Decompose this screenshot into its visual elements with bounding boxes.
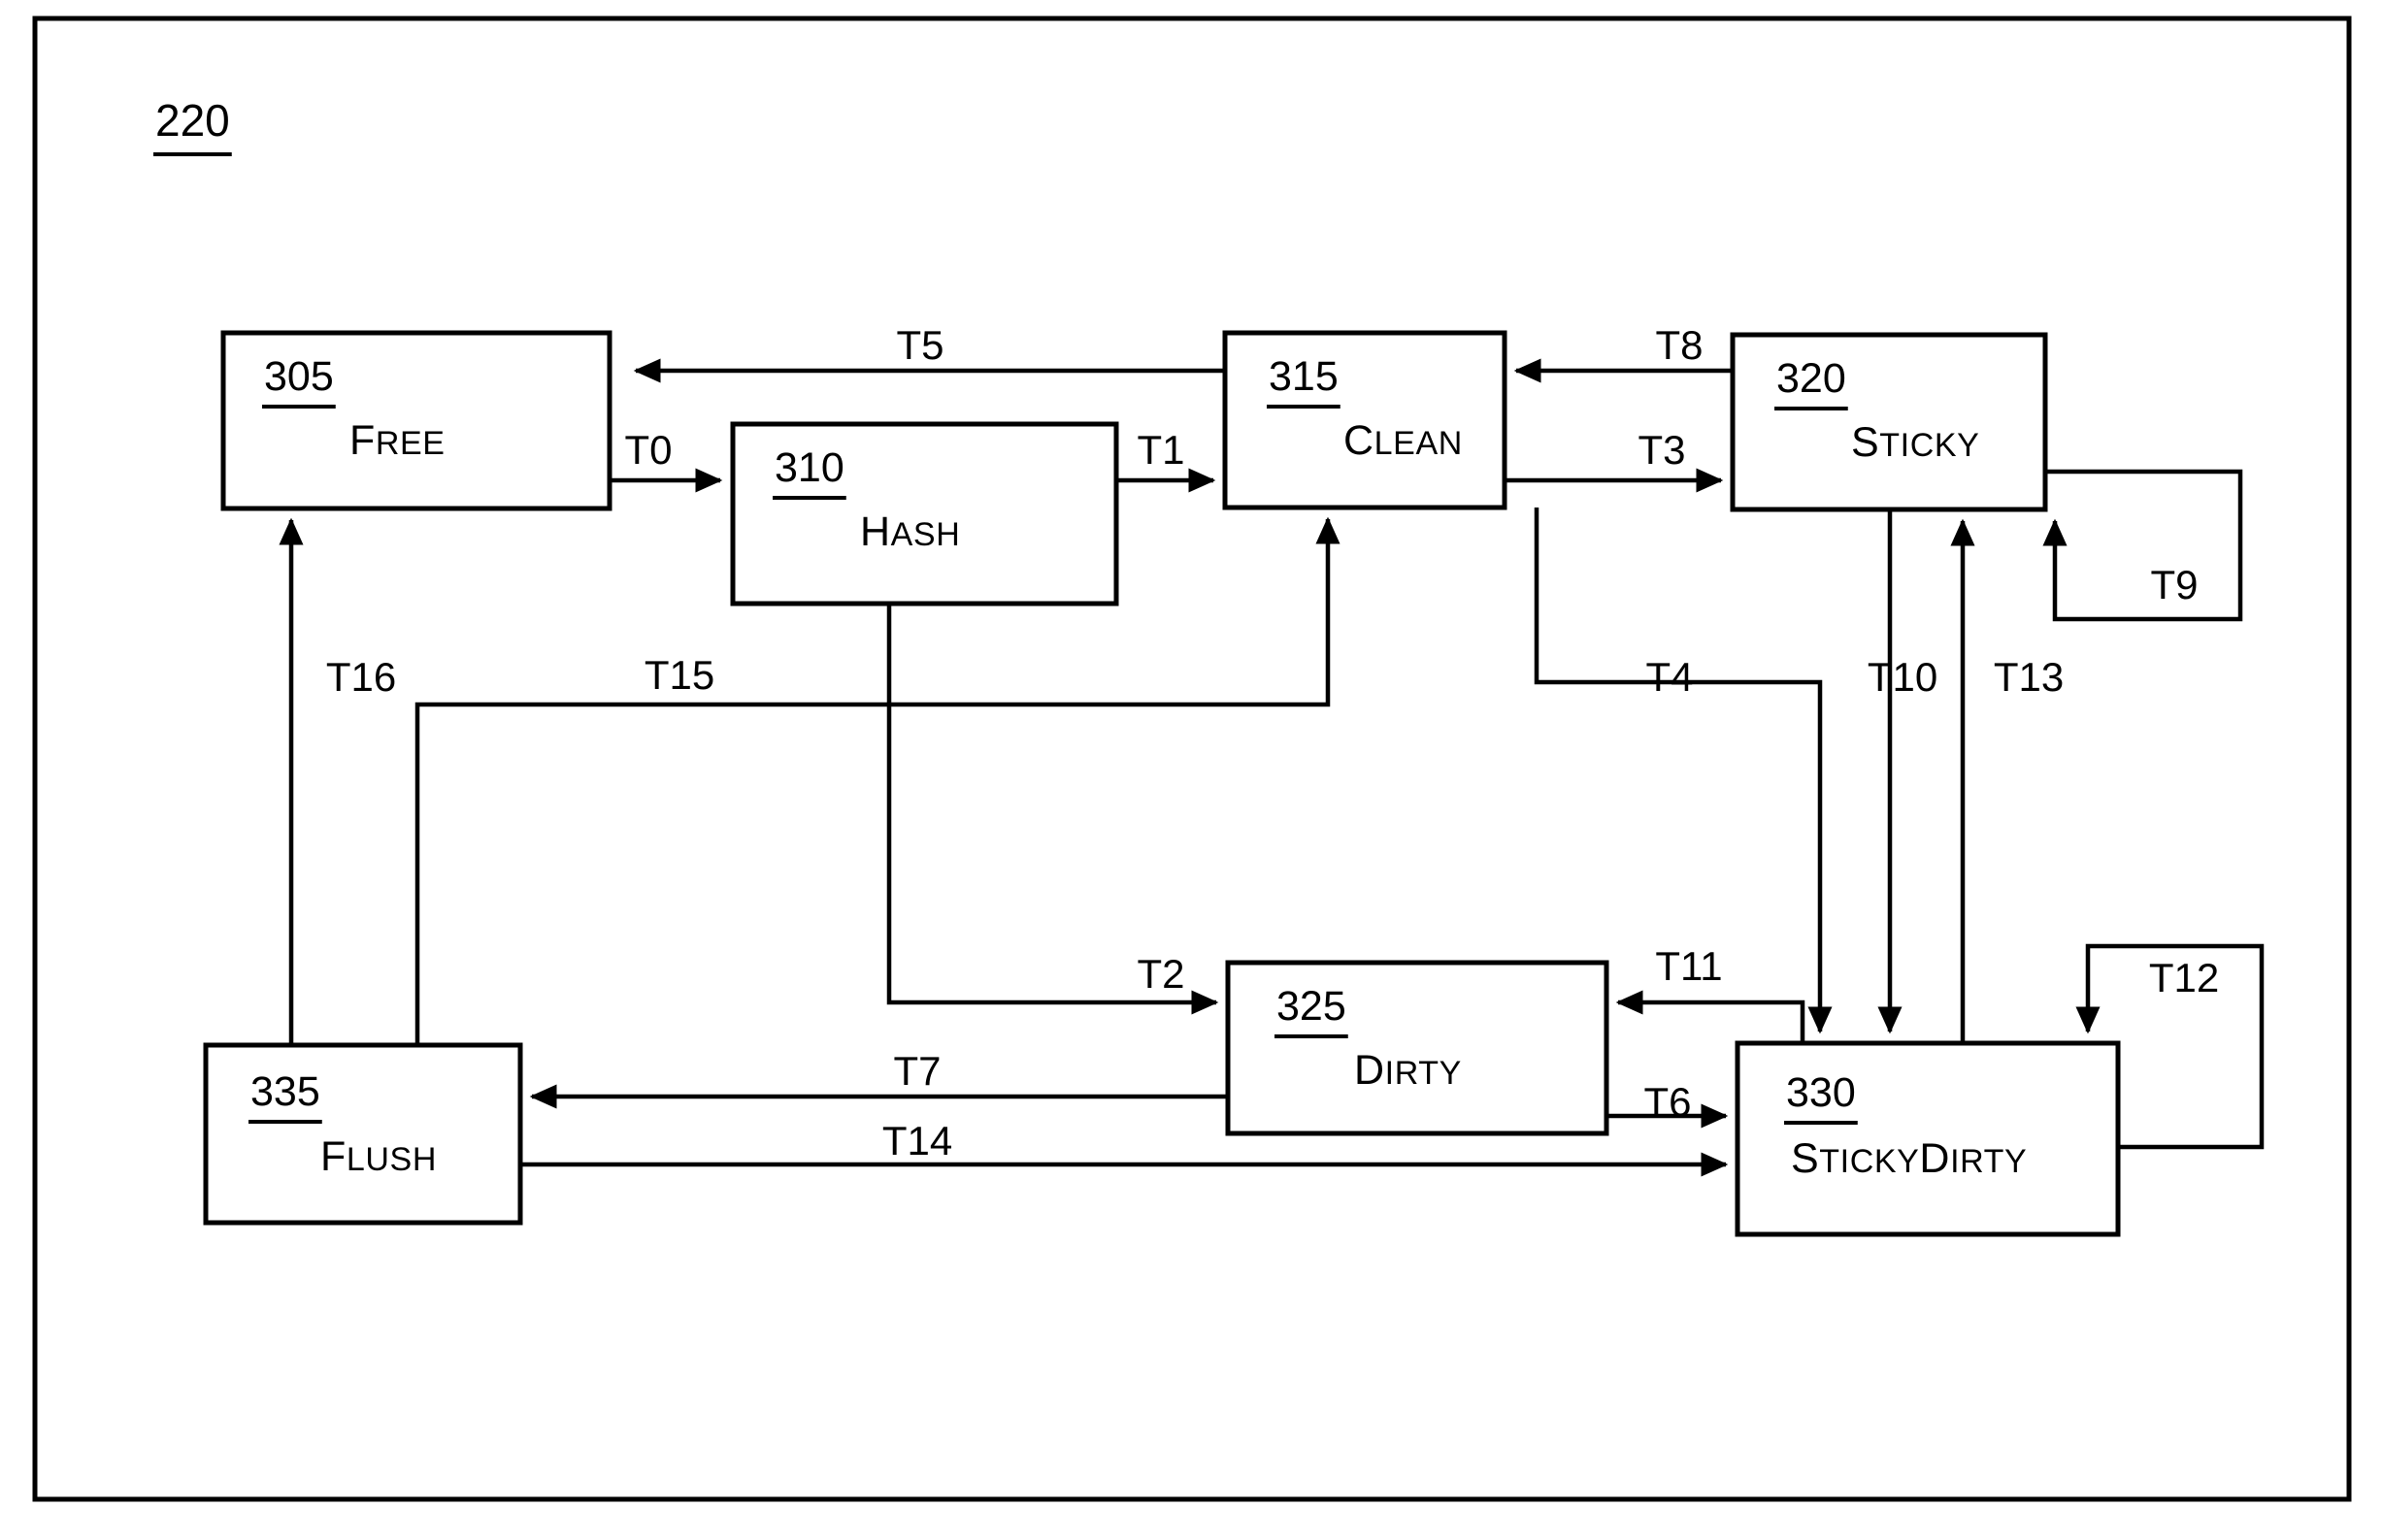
state-label-flush: FLUSH [320,1133,437,1180]
transition-label-T7: T7 [893,1048,941,1094]
state-node-sticky[interactable]: 320 STICKY [1730,332,2048,512]
transition-label-T1: T1 [1137,427,1184,473]
patent-figure-canvas: 305 FREE 310 HASH 315 CLEAN 320 STICKY 3… [0,0,2383,1540]
figure-label-group: 220 [153,95,232,156]
figure-frame [32,16,2352,1502]
state-ref-flush: 335 [250,1068,320,1115]
transition-label-T6: T6 [1643,1079,1691,1125]
transition-label-T5: T5 [896,322,943,368]
state-node-flush[interactable]: 335 FLUSH [203,1042,523,1226]
state-ref-clean: 315 [1269,353,1339,400]
transition-label-T10: T10 [1868,654,1937,700]
state-ref-sticky: 320 [1776,355,1846,402]
state-label-stickydirty: STICKYDIRTY [1791,1135,2027,1182]
state-ref-free: 305 [264,353,334,400]
state-label-free: FREE [349,417,446,464]
state-label-dirty: DIRTY [1354,1047,1462,1094]
state-ref-hash: 310 [775,444,844,491]
state-node-hash[interactable]: 310 HASH [730,421,1119,606]
state-node-free[interactable]: 305 FREE [220,330,612,511]
edge-T9 [2042,469,2243,622]
transition-label-T4: T4 [1645,654,1693,700]
edge-T2 [886,604,1219,1015]
edge-T11 [1615,990,1805,1043]
transition-label-T14: T14 [882,1118,952,1163]
transition-label-T13: T13 [1994,654,2064,700]
transition-label-T3: T3 [1638,427,1685,473]
state-ref-stickydirty: 330 [1786,1069,1856,1116]
figure-label: 220 [155,95,230,146]
state-label-clean: CLEAN [1343,417,1463,464]
transition-label-T9: T9 [2150,562,2198,607]
transition-label-T8: T8 [1655,322,1703,368]
transition-label-T11: T11 [1655,943,1722,989]
state-label-sticky: STICKY [1851,419,1979,466]
transition-label-T12: T12 [2149,955,2219,1000]
state-ref-dirty: 325 [1276,983,1346,1030]
state-label-hash: HASH [860,508,960,555]
transition-label-T2: T2 [1137,951,1184,997]
state-node-stickydirty[interactable]: 330 STICKYDIRTY [1735,1040,2121,1237]
transition-label-T15: T15 [645,652,714,698]
transition-label-T16: T16 [326,654,396,700]
state-node-clean[interactable]: 315 CLEAN [1222,330,1507,510]
state-diagram-svg: 305 FREE 310 HASH 315 CLEAN 320 STICKY 3… [32,16,2352,1502]
state-node-dirty[interactable]: 325 DIRTY [1225,960,1609,1136]
transition-label-T0: T0 [624,427,672,473]
